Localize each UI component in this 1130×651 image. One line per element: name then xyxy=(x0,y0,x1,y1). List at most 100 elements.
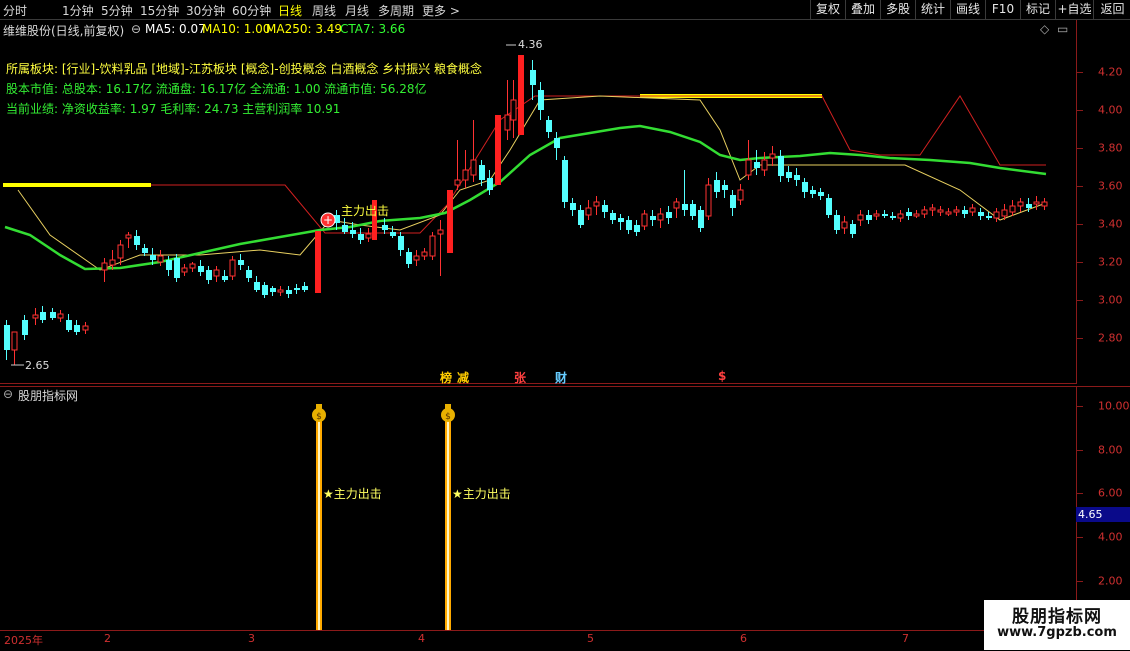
main-force-signal-label: 主力出击 xyxy=(341,204,390,218)
candle-body xyxy=(634,225,640,232)
candle-body xyxy=(254,282,260,290)
candle-body xyxy=(962,210,968,214)
indicator-tick-label: 10.00 xyxy=(1098,399,1130,413)
indicator-signal-label-2: ★主力出击 xyxy=(452,487,511,501)
mark-button[interactable]: 标记 xyxy=(1020,0,1055,19)
multi-stock-button[interactable]: 多股 xyxy=(880,0,915,19)
candle-body xyxy=(953,209,960,213)
period-tab-weekly[interactable]: 周线 xyxy=(312,2,336,19)
candle-body xyxy=(969,207,976,213)
candle-body xyxy=(40,312,46,320)
candle-body xyxy=(834,215,840,230)
candle-body xyxy=(382,225,388,230)
diamond-icon[interactable]: ◇ xyxy=(1040,22,1049,36)
candle-body xyxy=(358,234,364,240)
candle-body xyxy=(57,313,64,319)
candle-body xyxy=(429,235,436,257)
collapse-icon[interactable]: ⊖ xyxy=(3,387,13,401)
candle-body xyxy=(270,288,276,292)
settings-icon[interactable]: ⊖ xyxy=(131,22,141,36)
candle-body xyxy=(610,213,616,220)
candle-body xyxy=(657,213,664,221)
candle-body xyxy=(745,159,752,176)
candle-body xyxy=(690,204,696,216)
candle-body xyxy=(538,90,544,110)
candle-body xyxy=(1041,201,1048,207)
candle-body xyxy=(673,201,680,209)
signal-candle-4 xyxy=(495,115,501,185)
period-tab-more[interactable]: 更多 > xyxy=(422,2,460,19)
candle-body xyxy=(986,216,992,218)
candle-body xyxy=(714,180,720,192)
period-tab-monthly[interactable]: 月线 xyxy=(345,2,369,19)
candle-body xyxy=(157,255,164,263)
period-tab-fenshi[interactable]: 分时 xyxy=(3,2,27,19)
candle-body xyxy=(682,204,688,210)
candle-body xyxy=(421,251,428,257)
candle-body xyxy=(504,114,511,131)
candle-body xyxy=(262,285,268,295)
candle-body xyxy=(286,290,292,294)
event-tag-bang[interactable]: 榜 xyxy=(440,369,452,386)
period-tab-multi[interactable]: 多周期 xyxy=(378,2,414,19)
add-favorite-button[interactable]: +自选 xyxy=(1055,0,1093,19)
plus-icon: + xyxy=(323,213,333,227)
candle-body xyxy=(294,288,300,290)
price-axis-ticks xyxy=(1077,72,1083,339)
event-tag-jian[interactable]: 减 xyxy=(457,369,469,386)
window-icon[interactable]: ▭ xyxy=(1057,22,1068,36)
price-chart-panel[interactable]: + 维维股份(日线,前复权) ⊖ MA5: 0.07 MA10: 1.00 MA… xyxy=(0,20,1130,386)
candle-body xyxy=(246,270,252,278)
candle-body xyxy=(666,212,672,218)
candle-body xyxy=(198,266,204,272)
candle-body xyxy=(578,210,584,225)
candle-body xyxy=(470,159,477,176)
back-button[interactable]: 返回 xyxy=(1093,0,1130,19)
indicator-panel[interactable]: $ $ ⊖ 股朋指标网 ★主力出击 ★主力出击 10.00 8.00 6.00 … xyxy=(0,386,1130,630)
event-tag-cai[interactable]: 财 xyxy=(555,369,567,386)
adjust-button[interactable]: 复权 xyxy=(810,0,845,19)
money-bag-icon: $ xyxy=(441,404,455,422)
candle-body xyxy=(213,269,220,277)
performance-info: 当前业绩: 净资收益率: 1.97 毛利率: 24.73 主营利润率 10.91 xyxy=(6,102,341,116)
candle-body xyxy=(487,178,493,190)
current-value-marker: 4.65 xyxy=(1076,507,1130,522)
event-tag-zhang[interactable]: 张 xyxy=(514,369,526,386)
date-label: 6 xyxy=(740,632,747,645)
candle-body xyxy=(406,252,412,264)
date-label: 4 xyxy=(418,632,425,645)
stock-title: 维维股份(日线,前复权) xyxy=(3,24,125,38)
sector-info: 所属板块: [行业]-饮料乳品 [地域]-江苏板块 [概念]-创投概念 白酒概念… xyxy=(6,62,483,76)
period-tab-5min[interactable]: 5分钟 xyxy=(101,2,133,19)
overlay-button[interactable]: 叠加 xyxy=(845,0,880,19)
draw-line-button[interactable]: 画线 xyxy=(950,0,985,19)
date-label: 7 xyxy=(902,632,909,645)
indicator-tick-label: 6.00 xyxy=(1098,486,1123,500)
candle-body xyxy=(398,236,404,250)
candle-body xyxy=(390,232,396,236)
price-tick-label: 3.80 xyxy=(1098,141,1123,155)
period-tab-60min[interactable]: 60分钟 xyxy=(232,2,271,19)
watermark-title: 股朋指标网 xyxy=(1012,607,1102,627)
f10-button[interactable]: F10 xyxy=(985,0,1020,19)
signal-candle-1 xyxy=(315,231,321,293)
period-tab-30min[interactable]: 30分钟 xyxy=(186,2,225,19)
ma250-label: MA250: 3.49 xyxy=(266,22,343,36)
period-tab-daily[interactable]: 日线 xyxy=(278,2,302,19)
period-tab-15min[interactable]: 15分钟 xyxy=(140,2,179,19)
candle-body xyxy=(929,207,936,211)
candle-body xyxy=(841,221,848,229)
event-tag-dollar[interactable]: $ xyxy=(718,369,726,383)
statistics-button[interactable]: 统计 xyxy=(915,0,950,19)
candle-body xyxy=(1001,209,1008,217)
period-tab-1min[interactable]: 1分钟 xyxy=(62,2,94,19)
date-label: 5 xyxy=(587,632,594,645)
candle-body xyxy=(626,220,632,230)
candle-body xyxy=(206,270,212,280)
candle-body xyxy=(125,234,132,239)
candle-body xyxy=(222,276,228,280)
candle-body xyxy=(510,99,517,121)
candle-body xyxy=(454,179,461,186)
indicator-signal-label-1: ★主力出击 xyxy=(323,487,382,501)
candle-body xyxy=(238,260,244,265)
